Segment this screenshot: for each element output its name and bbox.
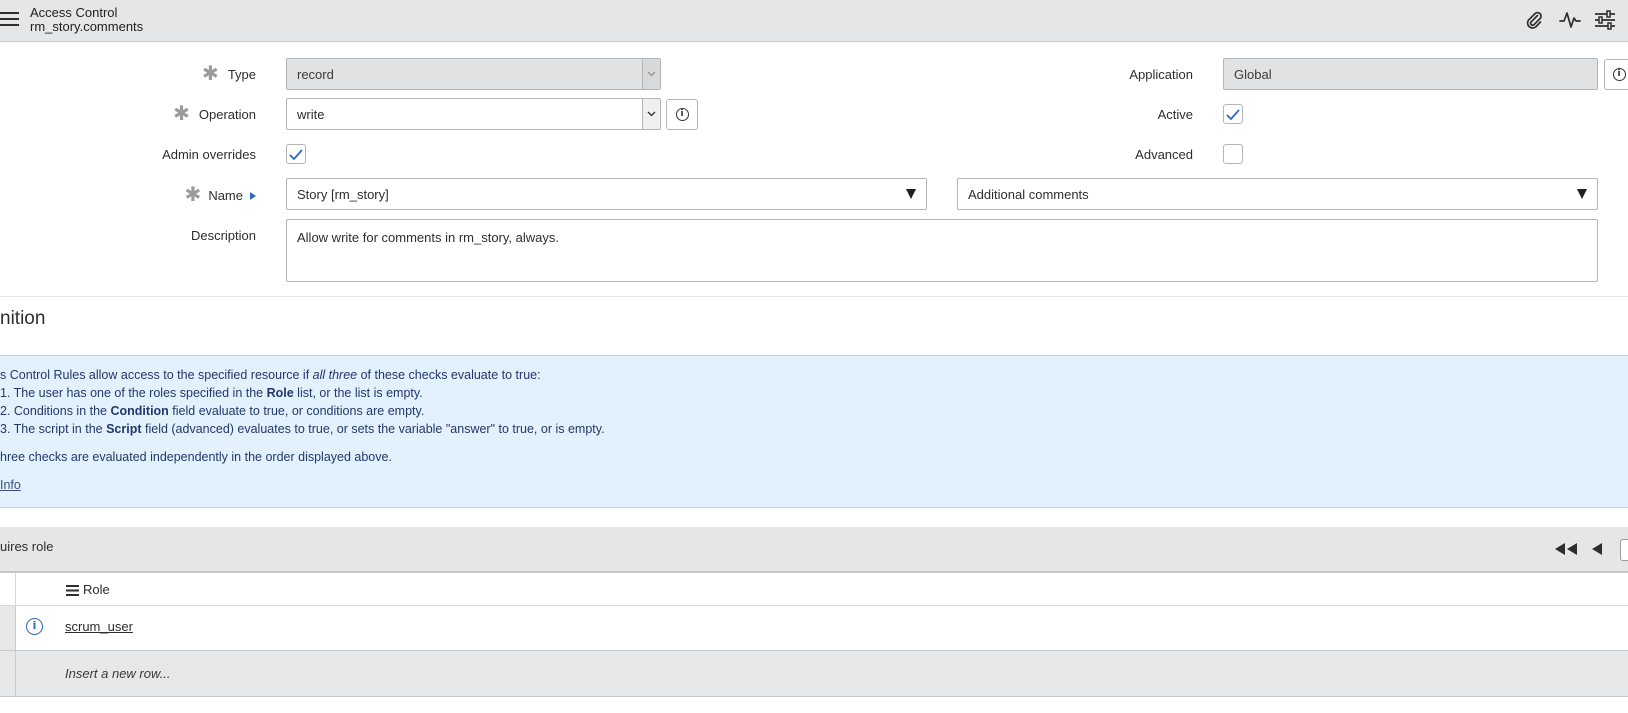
name-label: Name [208, 188, 243, 203]
description-textarea[interactable]: Allow write for comments in rm_story, al… [286, 219, 1598, 282]
required-icon: ✱ [202, 63, 219, 85]
operation-label-wrap: ✱ Operation [140, 103, 256, 125]
info-item-text: field evaluate to true, or conditions ar… [168, 404, 425, 418]
info-item-text: 2. Conditions in the [0, 404, 111, 418]
info-intro-text-end: of these checks evaluate to true: [357, 368, 541, 382]
dropdown-arrow-icon [1577, 189, 1587, 199]
insert-row-placeholder[interactable]: Insert a new row... [65, 666, 171, 681]
more-info-link[interactable]: Info [0, 478, 21, 492]
name-table-select[interactable]: Story [rm_story] [286, 178, 927, 210]
page-number-input[interactable] [1620, 539, 1628, 561]
name-label-wrap: ✱ Name [140, 184, 256, 206]
admin-overrides-checkbox[interactable] [286, 144, 306, 164]
description-value: Allow write for comments in rm_story, al… [297, 230, 559, 245]
info-intro-text: s Control Rules allow access to the spec… [0, 368, 313, 382]
related-list-title: uires role [0, 539, 54, 554]
description-label: Description [190, 228, 256, 243]
related-list-header: uires role [0, 527, 1628, 573]
info-item-1: 1. The user has one of the roles specifi… [0, 386, 423, 400]
name-field-value: Additional comments [968, 186, 1089, 202]
row-selector [0, 651, 16, 696]
required-icon: ✱ [184, 184, 202, 206]
info-item-text: 3. The script in the [0, 422, 107, 436]
menu-icon[interactable] [0, 12, 19, 29]
info-intro: s Control Rules allow access to the spec… [0, 368, 541, 382]
info-item-bold: Script [106, 422, 142, 436]
info-icon: i [1612, 68, 1626, 81]
info-item-text: field (advanced) evaluates to true, or s… [141, 422, 605, 436]
name-field-select[interactable]: Additional comments [957, 178, 1598, 210]
operation-label: Operation [198, 107, 256, 122]
application-field: Global [1223, 58, 1598, 90]
type-value: record [297, 66, 334, 82]
table-row: i scrum_user [0, 606, 1628, 651]
advanced-label: Advanced [1135, 147, 1193, 162]
info-item-3: 3. The script in the Script field (advan… [0, 422, 605, 436]
required-icon: ✱ [173, 103, 190, 125]
form-header: Access Control rm_story.comments [0, 0, 1628, 42]
previous-page-icon[interactable] [1590, 541, 1604, 560]
form-title: Access Control [30, 5, 118, 20]
info-icon: i [675, 108, 689, 121]
type-label: Type [227, 67, 256, 82]
form-subtitle: rm_story.comments [30, 19, 144, 34]
row-selector-column [0, 573, 16, 605]
first-page-icon[interactable] [1553, 541, 1579, 560]
application-label: Application [1129, 67, 1193, 82]
name-table-value: Story [rm_story] [297, 186, 389, 202]
dropdown-arrow-icon [906, 189, 916, 199]
type-select[interactable]: record [286, 58, 661, 90]
info-note: hree checks are evaluated independently … [0, 450, 392, 464]
application-value: Global [1234, 66, 1272, 82]
info-item-bold: Condition [110, 404, 169, 418]
admin-overrides-label: Admin overrides [162, 147, 256, 162]
expand-arrow-icon[interactable] [250, 191, 256, 200]
chevron-down-icon [642, 59, 660, 89]
role-column-header[interactable]: Role [83, 582, 110, 597]
record-preview-info-icon[interactable]: i [26, 618, 43, 635]
info-item-2: 2. Conditions in the Condition field eva… [0, 404, 424, 418]
chevron-down-icon [642, 99, 660, 129]
operation-info-button[interactable]: i [666, 99, 698, 130]
definition-section-title: nition [0, 308, 46, 329]
info-item-text: list, or the list is empty. [293, 386, 423, 400]
paperclip-icon[interactable] [1521, 8, 1547, 32]
info-intro-emphasis: all three [312, 368, 358, 382]
insert-row[interactable]: Insert a new row... [0, 651, 1628, 697]
definition-info-box: s Control Rules allow access to the spec… [0, 355, 1628, 508]
row-selector[interactable] [0, 606, 16, 650]
info-item-bold: Role [266, 386, 294, 400]
active-label: Active [1157, 107, 1193, 122]
settings-sliders-icon[interactable] [1592, 8, 1618, 32]
type-label-wrap: ✱ Type [140, 63, 256, 85]
info-item-text: 1. The user has one of the roles specifi… [0, 386, 267, 400]
advanced-checkbox[interactable] [1223, 144, 1243, 164]
operation-value: write [297, 106, 325, 122]
operation-select[interactable]: write [286, 98, 661, 130]
column-menu-icon[interactable] [66, 584, 79, 599]
active-checkbox[interactable] [1223, 104, 1243, 124]
application-info-button[interactable]: i [1604, 59, 1628, 90]
role-link[interactable]: scrum_user [65, 619, 133, 634]
section-divider [0, 296, 1628, 297]
column-header-row: Role [0, 573, 1628, 606]
activity-icon[interactable] [1557, 8, 1583, 32]
